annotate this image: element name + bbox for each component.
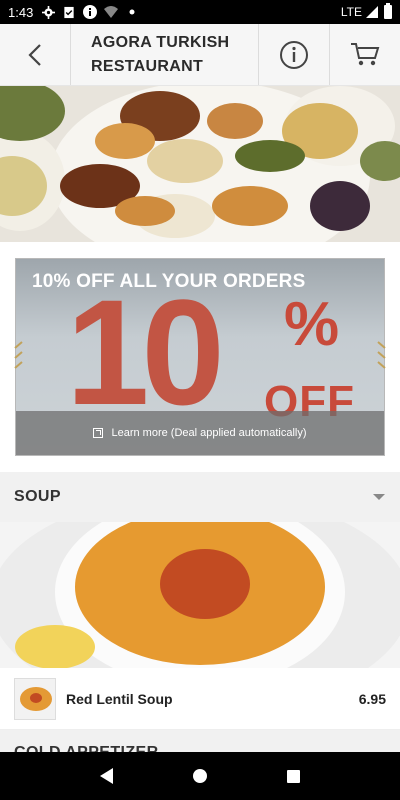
cart-button[interactable] xyxy=(329,24,400,85)
item-price: 6.95 xyxy=(358,690,386,707)
item-thumbnail xyxy=(14,677,56,720)
item-name: Red Lentil Soup xyxy=(66,690,173,707)
info-button[interactable] xyxy=(258,24,329,85)
status-time: 1:43 xyxy=(8,4,34,20)
category-label: SOUP xyxy=(14,488,61,505)
dot-icon xyxy=(125,5,139,19)
left-decor-chevron-icon xyxy=(14,341,23,369)
list-item[interactable]: Red Lentil Soup 6.95 xyxy=(0,668,400,730)
signal-icon xyxy=(366,6,378,18)
back-chevron-icon xyxy=(28,43,41,66)
deal-banner[interactable]: 10 % OFF 10% OFF ALL YOUR ORDERS Learn m… xyxy=(15,258,385,456)
clipboard-check-icon xyxy=(62,5,76,19)
home-circle-icon xyxy=(192,769,207,783)
page-title: AGORA TURKISH RESTAURANT xyxy=(91,33,230,75)
category-header-next[interactable]: COLD APPETIZER xyxy=(0,730,400,752)
back-button[interactable] xyxy=(0,24,71,85)
system-nav-bar xyxy=(0,752,400,800)
category-header-soup[interactable]: SOUP xyxy=(0,472,400,522)
settings-icon xyxy=(41,5,55,19)
back-triangle-icon xyxy=(100,768,114,784)
recents-square-icon xyxy=(286,769,300,783)
deal-footer-text: Learn more (Deal applied automatically) xyxy=(111,427,307,439)
right-decor-chevron-icon xyxy=(377,341,386,369)
dropdown-arrow-icon xyxy=(373,494,385,500)
nav-recents-button[interactable] xyxy=(281,764,305,788)
deal-percent: % xyxy=(284,290,340,359)
category-label: COLD APPETIZER xyxy=(14,744,159,752)
info-icon xyxy=(280,40,308,69)
wifi-icon xyxy=(104,5,119,19)
hero-food-image xyxy=(0,86,400,242)
app-header: AGORA TURKISH RESTAURANT xyxy=(0,24,400,86)
battery-icon xyxy=(384,3,392,19)
deal-title: 10% OFF ALL YOUR ORDERS xyxy=(32,271,306,292)
nav-back-button[interactable] xyxy=(95,764,119,788)
nav-home-button[interactable] xyxy=(188,764,212,788)
deal-big-number: 10 xyxy=(66,268,225,436)
info-icon xyxy=(83,5,98,19)
external-link-icon xyxy=(93,428,104,438)
deal-learn-more-link[interactable]: Learn more (Deal applied automatically) xyxy=(16,411,384,455)
soup-category-image xyxy=(0,522,400,668)
network-label: LTE xyxy=(340,5,362,19)
status-bar: 1:43 LTE xyxy=(0,0,400,24)
cart-icon xyxy=(351,42,380,65)
